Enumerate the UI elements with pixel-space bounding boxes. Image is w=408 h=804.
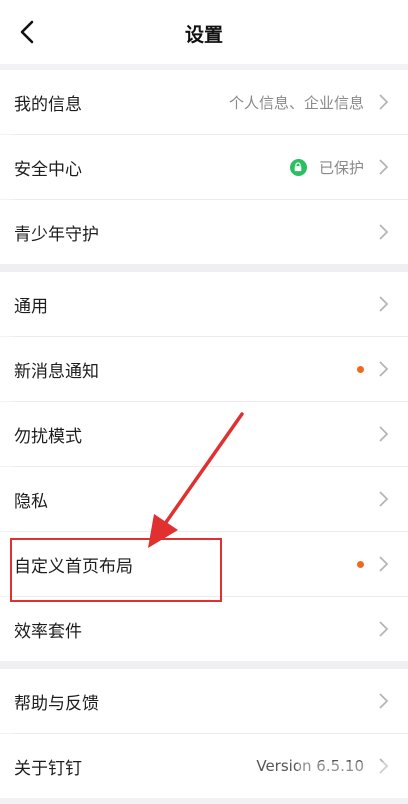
security-status-text: 已保护 (318, 158, 364, 177)
settings-item-general[interactable]: 通用 (0, 272, 408, 336)
settings-item-label: 安全中心 (14, 159, 82, 180)
security-status: 已保护 (289, 157, 364, 178)
chevron-right-icon (379, 693, 389, 709)
notification-dot (357, 560, 364, 568)
settings-item-label: 青少年守护 (14, 224, 99, 245)
settings-item-label: 通用 (14, 296, 48, 317)
notification-dot (357, 365, 364, 373)
settings-item-label: 帮助与反馈 (14, 693, 99, 714)
settings-item-value: 个人信息、企业信息 (228, 93, 364, 112)
settings-item-label: 效率套件 (14, 621, 82, 642)
chevron-right-icon (379, 94, 389, 110)
annotation-arrow (148, 412, 244, 548)
settings-item-security-center[interactable]: 安全中心 已保护 (0, 135, 408, 199)
settings-item-label: 新消息通知 (14, 361, 99, 382)
chevron-right-icon (379, 361, 389, 377)
settings-item-teen-protection[interactable]: 青少年守护 (0, 200, 408, 264)
watermark-overlay (298, 762, 408, 792)
settings-item-label: 隐私 (14, 491, 48, 512)
chevron-right-icon (379, 621, 389, 637)
lock-icon (289, 158, 307, 176)
chevron-right-icon (379, 491, 389, 507)
settings-item-my-info[interactable]: 我的信息 个人信息、企业信息 (0, 70, 408, 134)
chevron-right-icon (379, 426, 389, 442)
chevron-right-icon (379, 159, 389, 175)
settings-item-label: 我的信息 (14, 94, 82, 115)
top-nav-bar: 设置 (0, 0, 408, 64)
settings-item-new-message-notification[interactable]: 新消息通知 (0, 337, 408, 401)
settings-item-efficiency-suite[interactable]: 效率套件 (0, 597, 408, 661)
settings-item-label: 关于钉钉 (14, 758, 82, 779)
chevron-right-icon (379, 224, 389, 240)
settings-item-help-feedback[interactable]: 帮助与反馈 (0, 669, 408, 733)
page-title: 设置 (184, 24, 223, 46)
settings-item-label: 勿扰模式 (14, 426, 82, 447)
chevron-right-icon (379, 296, 389, 312)
chevron-right-icon (379, 556, 389, 572)
